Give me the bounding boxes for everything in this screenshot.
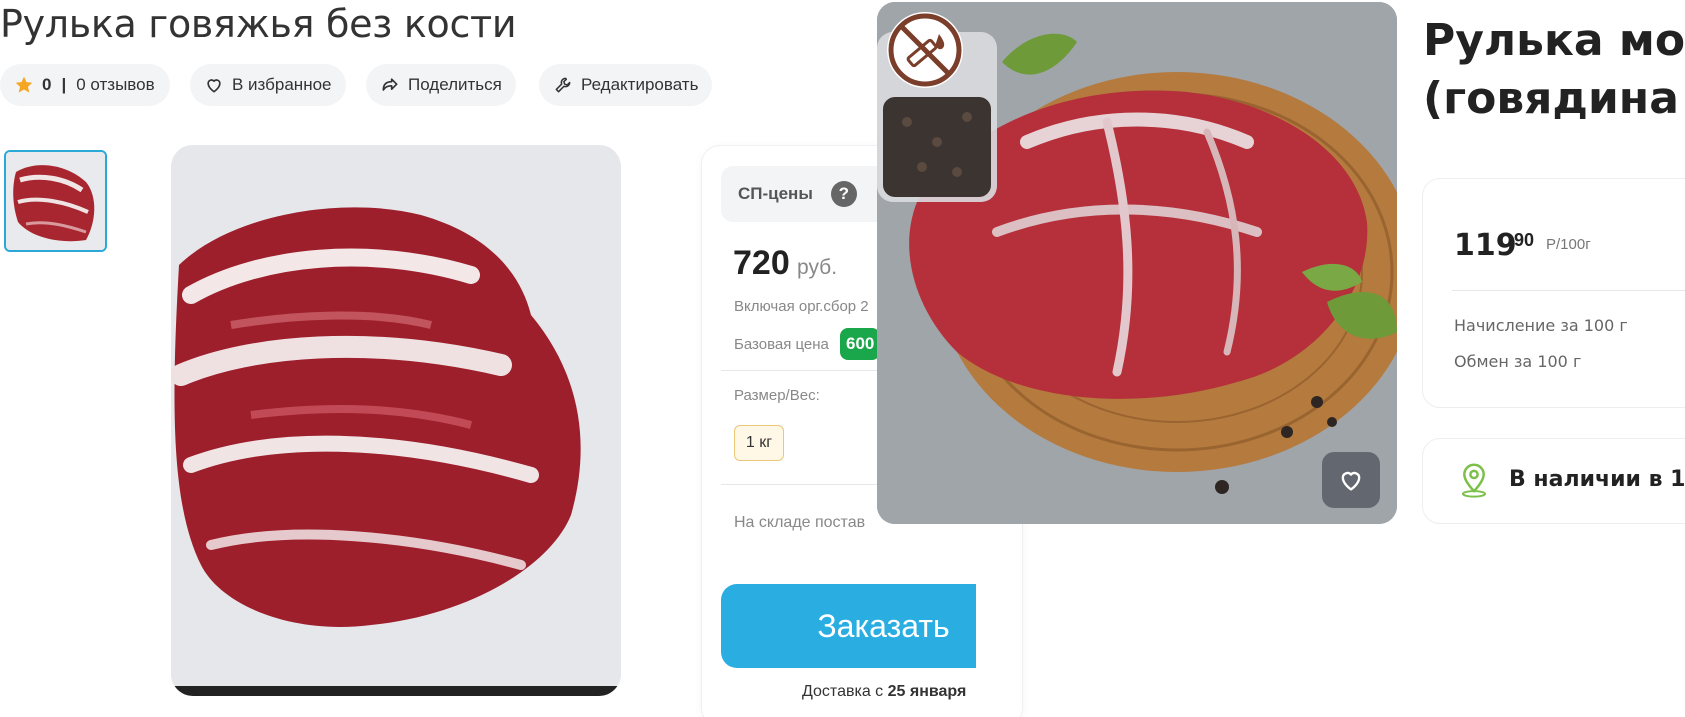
edit-label: Редактировать <box>581 75 699 94</box>
photo-bottom-bar <box>171 686 621 696</box>
no-injection-icon <box>887 12 963 88</box>
main-product-photo[interactable] <box>171 145 621 696</box>
overlay-product-photo[interactable] <box>877 2 1397 524</box>
sp-prices-label: СП-цены <box>738 184 813 203</box>
right-price-card <box>1422 178 1685 408</box>
right-price-unit: Р/100г <box>1546 236 1591 253</box>
product-thumbnail[interactable] <box>4 150 107 252</box>
heart-icon <box>1341 471 1361 491</box>
order-button[interactable]: Заказать <box>721 584 976 668</box>
product-title: Рулька говяжья без кости <box>0 2 517 46</box>
right-price-main: 119 <box>1454 228 1517 263</box>
right-title-line-1: Рулька мол <box>1423 15 1685 66</box>
base-price-label: Базовая цена <box>734 336 829 353</box>
help-icon[interactable]: ? <box>830 181 857 207</box>
size-option-1kg[interactable]: 1 кг <box>734 425 784 461</box>
meat-photo-image <box>171 145 621 696</box>
exchange-label: Обмен за 100 г <box>1454 352 1582 371</box>
price-value: 720 <box>733 244 790 282</box>
share-label: Поделиться <box>408 75 502 94</box>
price-currency: руб. <box>797 256 838 279</box>
right-price-divider <box>1452 290 1685 291</box>
delivery-date: 25 января <box>887 683 967 700</box>
location-pin-icon <box>1461 463 1487 498</box>
reviews-link[interactable]: 0 отзывов <box>76 75 154 95</box>
thumbnail-meat-image <box>6 152 105 250</box>
price-divider <box>721 370 881 371</box>
wrench-icon <box>555 77 571 93</box>
share-button[interactable]: Поделиться <box>366 64 516 106</box>
rating-separator: | <box>61 75 67 94</box>
favorites-label: В избранное <box>232 75 332 94</box>
overlay-favorite-button[interactable] <box>1322 452 1380 508</box>
rating-value: 0 <box>42 75 52 94</box>
fee-note: Включая орг.сбор 2 <box>734 298 869 315</box>
accrual-label: Начисление за 100 г <box>1454 316 1628 335</box>
size-divider <box>721 484 881 485</box>
edit-button[interactable]: Редактировать <box>539 64 713 106</box>
size-label: Размер/Вес: <box>734 387 820 404</box>
delivery-info: Доставка с 25 января <box>802 683 966 701</box>
delivery-prefix: Доставка с <box>802 683 884 700</box>
stock-note: На складе постав <box>734 514 866 531</box>
right-title-line-2: (говядина д <box>1423 73 1685 124</box>
order-button-label: Заказать <box>817 607 950 644</box>
heart-icon <box>207 79 221 93</box>
right-price-cents: 90 <box>1514 230 1535 250</box>
base-price-badge: 600 <box>840 328 881 360</box>
share-icon <box>382 78 398 91</box>
add-to-favorites-button[interactable]: В избранное <box>190 64 346 106</box>
star-icon <box>15 76 33 93</box>
right-product-title: Рулька мол (говядина д <box>1423 12 1685 128</box>
availability-text: В наличии в 14 <box>1509 467 1685 492</box>
rating-summary[interactable]: 0 | 0 отзывов <box>0 64 170 106</box>
